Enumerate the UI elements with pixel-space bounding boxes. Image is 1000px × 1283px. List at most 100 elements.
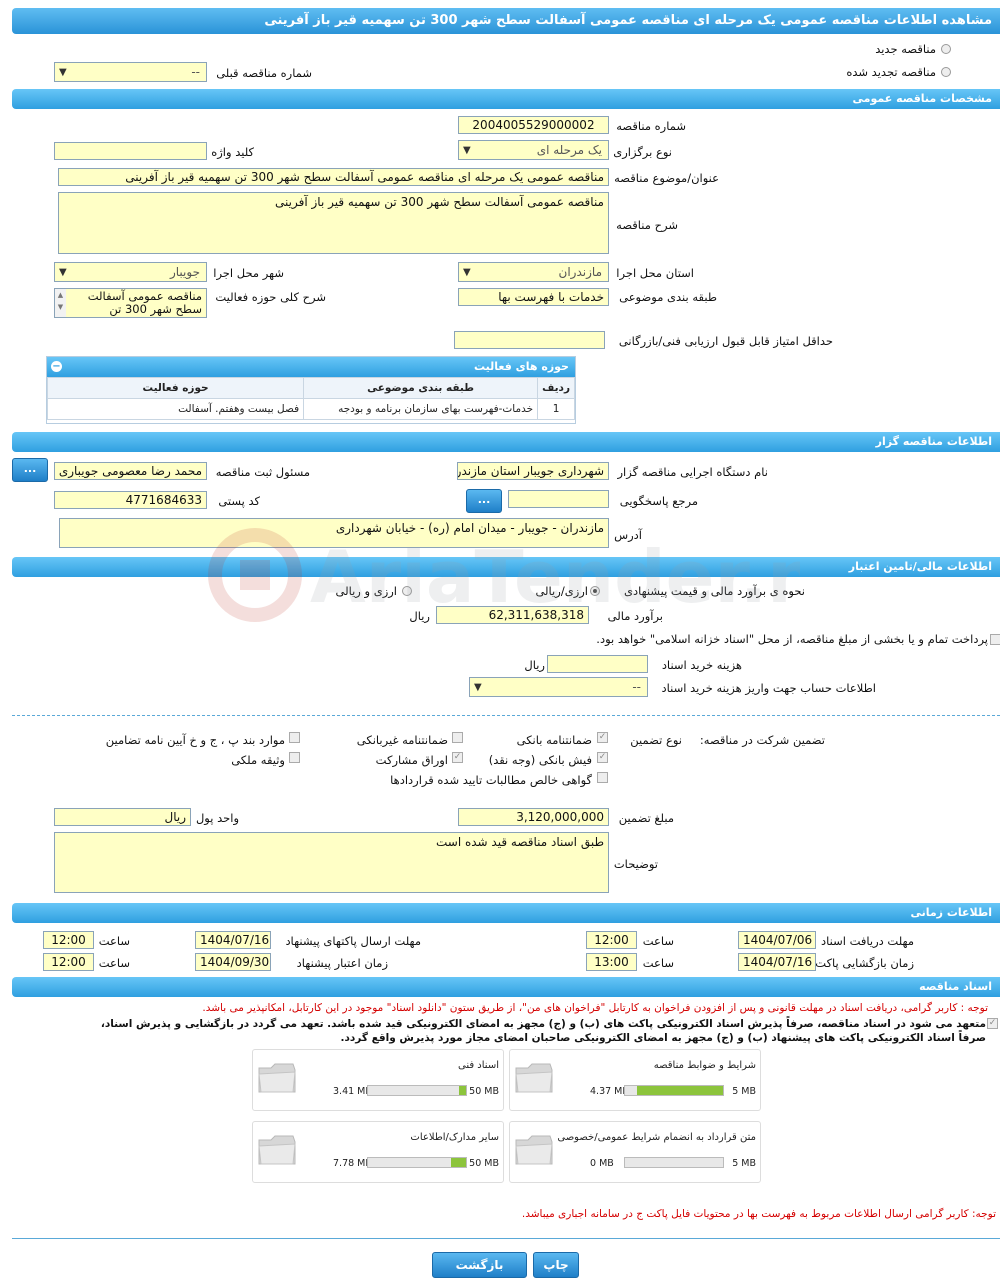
opt-claims-checkbox xyxy=(597,772,608,783)
doc-card-progress xyxy=(624,1085,724,1096)
description-field: مناقصه عمومی آسفالت سطح شهر 300 تن سهمیه… xyxy=(58,192,609,254)
tender-number-label: شماره مناقصه xyxy=(616,119,686,133)
activity-panel-header: حوزه های فعالیت − xyxy=(47,357,575,377)
estimate-unit: ریال xyxy=(409,609,430,623)
documents-note: توجه : کاربر گرامی، دریافت اسناد در مهلت… xyxy=(202,1002,988,1014)
doc-card-technical[interactable]: اسناد فنی 3.41 MB 50 MB xyxy=(252,1049,504,1111)
opt-rial-label: ارزی/ریالی xyxy=(535,584,588,598)
amount-label: مبلغ تضمین xyxy=(618,811,674,825)
doc-card-progress xyxy=(624,1157,724,1168)
org-field: شهرداری جویبار استان مازندران xyxy=(457,462,609,480)
province-select[interactable]: مازندران ▼ xyxy=(458,262,609,282)
opt-both-radio[interactable] xyxy=(402,586,412,596)
receive-time-label: ساعت xyxy=(642,934,674,948)
treasury-text: پرداخت تمام و یا بخشی از مبلغ مناقصه، از… xyxy=(596,632,988,646)
doc-card-progress xyxy=(367,1157,467,1168)
estimate-field: 62,311,638,318 xyxy=(436,606,589,624)
price-list-note: توجه: کاربر گرامی ارسال اطلاعات مربوط به… xyxy=(521,1208,996,1220)
opt-nonbank-label: ضمانتنامه غیربانکی xyxy=(356,733,448,747)
doc-card-progress-fill xyxy=(450,1158,466,1167)
doc-card-title: شرایط و ضوابط مناقصه xyxy=(653,1060,756,1071)
officer-field: محمد رضا معصومی جویباری xyxy=(54,462,207,480)
currency-field: ریال xyxy=(54,808,191,826)
currency-label: واحد پول xyxy=(195,811,239,825)
postal-field: 4771684633 xyxy=(54,491,207,509)
opt-rial-radio[interactable] xyxy=(590,586,600,596)
doc-card-title: سایر مدارک/اطلاعات xyxy=(410,1132,499,1143)
col-row: ردیف xyxy=(537,377,575,399)
opt-cash-label: فیش بانکی (وجه نقد) xyxy=(488,753,592,767)
prev-tender-select[interactable]: -- ▼ xyxy=(54,62,207,82)
page-title: مشاهده اطلاعات مناقصه عمومی یک مرحله ای … xyxy=(12,8,1000,34)
doc-card-max: 50 MB xyxy=(469,1158,499,1169)
keyword-field[interactable] xyxy=(54,142,207,160)
activity-table-header: ردیف طبقه بندی موضوعی حوزه فعالیت xyxy=(46,377,575,399)
opt-claims-label: گواهی خالص مطالبات تایید شده قراردادها xyxy=(390,773,592,787)
collapse-icon[interactable]: − xyxy=(51,361,62,372)
commit-line2: صرفاً اسناد الکترونیکی پاکت های پیشنهاد … xyxy=(340,1032,986,1044)
bottom-divider xyxy=(12,1238,1000,1239)
estimate-method-label: نحوه ی برآورد مالی و قیمت پیشنهادی xyxy=(623,584,805,598)
cell-category: خدمات-فهرست بهای سازمان برنامه و بودجه xyxy=(303,398,539,420)
send-date-field: 1404/07/16 xyxy=(195,931,271,949)
ref-field xyxy=(508,490,609,508)
ref-more-button[interactable]: ... xyxy=(466,489,502,513)
doc-cost-label: هزینه خرید اسناد xyxy=(661,658,742,672)
receive-date-field: 1404/07/06 xyxy=(738,931,816,949)
chevron-down-icon: ▼ xyxy=(463,267,471,278)
renewed-tender-radio[interactable] xyxy=(941,67,951,77)
section-organizer: اطلاعات مناقصه گزار xyxy=(12,432,1000,452)
doc-card-title: متن قرارداد به انضمام شرایط عمومی/خصوصی xyxy=(557,1132,756,1143)
opt-bank-checkbox: ✓ xyxy=(597,732,608,743)
chevron-down-icon: ▼ xyxy=(463,145,471,156)
activity-panel-title: حوزه های فعالیت xyxy=(474,360,569,373)
valid-time-field: 12:00 xyxy=(43,953,94,971)
officer-more-button[interactable]: ... xyxy=(12,458,48,482)
city-label: شهر محل اجرا xyxy=(213,266,284,280)
tender-type-label: نوع برگزاری xyxy=(613,145,672,159)
doc-cost-field xyxy=(547,655,648,673)
opt-bonds-label: اوراق مشارکت xyxy=(375,753,448,767)
back-button[interactable]: بازگشت xyxy=(432,1252,527,1278)
open-label: زمان بازگشایی پاکت ها xyxy=(802,956,914,970)
table-row: 1 خدمات-فهرست بهای سازمان برنامه و بودجه… xyxy=(46,398,575,420)
cell-scope: فصل بیست وهفتم. آسفالت xyxy=(46,398,305,420)
account-select[interactable]: -- ▼ xyxy=(469,677,648,697)
section-finance: اطلاعات مالی/تامین اعتبار xyxy=(12,557,1000,577)
province-label: استان محل اجرا xyxy=(616,266,694,280)
doc-card-other[interactable]: سایر مدارک/اطلاعات 7.78 MB 50 MB xyxy=(252,1121,504,1183)
tender-type-select[interactable]: یک مرحله ای ▼ xyxy=(458,140,609,160)
scope-text: مناقصه عمومی آسفالت سطح شهر 300 تن xyxy=(87,289,202,316)
activity-panel: حوزه های فعالیت − ردیف طبقه بندی موضوعی … xyxy=(46,356,576,424)
treasury-checkbox xyxy=(990,634,1000,645)
address-label: آدرس xyxy=(614,528,642,542)
new-tender-radio[interactable] xyxy=(941,44,951,54)
new-tender-label: مناقصه جدید xyxy=(875,42,936,56)
valid-label: زمان اعتبار پیشنهاد xyxy=(296,956,388,970)
scope-field: مناقصه عمومی آسفالت سطح شهر 300 تن xyxy=(54,288,207,318)
doc-card-max: 50 MB xyxy=(469,1086,499,1097)
doc-card-contract[interactable]: متن قرارداد به انضمام شرایط عمومی/خصوصی … xyxy=(509,1121,761,1183)
notes-label: توضیحات xyxy=(613,857,658,871)
doc-card-max: 5 MB xyxy=(732,1086,756,1097)
doc-card-size: 0 MB xyxy=(590,1158,614,1169)
tender-number-field: 2004005529000002 xyxy=(458,116,609,134)
org-label: نام دستگاه اجرایی مناقصه گزار xyxy=(617,465,768,479)
min-score-field xyxy=(454,331,605,349)
valid-time-label: ساعت xyxy=(98,956,130,970)
city-select[interactable]: جویبار ▼ xyxy=(54,262,207,282)
subject-field: مناقصه عمومی یک مرحله ای مناقصه عمومی آس… xyxy=(58,168,609,186)
doc-card-progress-fill xyxy=(637,1086,723,1095)
officer-label: مسئول ثبت مناقصه xyxy=(215,465,310,479)
chevron-down-icon: ▼ xyxy=(59,267,67,278)
print-button[interactable]: چاپ xyxy=(533,1252,579,1278)
category-field: خدمات با فهرست بها xyxy=(458,288,609,306)
keyword-label: کلید واژه xyxy=(211,145,254,159)
doc-card-terms[interactable]: شرایط و ضوابط مناقصه 4.37 MB 5 MB xyxy=(509,1049,761,1111)
description-label: شرح مناقصه xyxy=(616,218,678,232)
opt-property-label: وثیقه ملکی xyxy=(231,753,285,767)
scope-scrollbar[interactable]: ▲ ▼ xyxy=(55,289,66,317)
opt-bonds-checkbox: ✓ xyxy=(452,752,463,763)
min-score-label: حداقل امتیاز قابل قبول ارزیابی فنی/بازرگ… xyxy=(618,334,833,348)
open-date-field: 1404/07/16 xyxy=(738,953,816,971)
